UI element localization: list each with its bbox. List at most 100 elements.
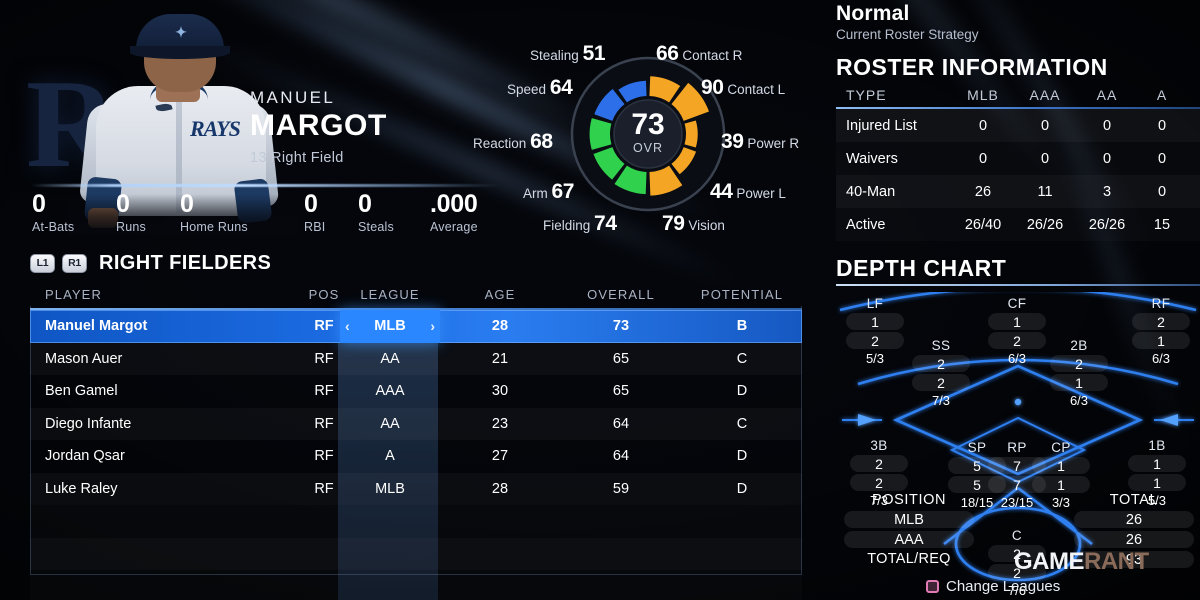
cell-pos: RF (314, 350, 334, 367)
depth-mlb-count: 1 (1128, 455, 1186, 472)
ri-cell-mlb: 0 (978, 117, 988, 134)
legend-position-label: POSITION (871, 492, 947, 508)
cell-player: Mason Auer (45, 350, 123, 367)
stat-at-bats: 0 At-Bats (32, 190, 75, 234)
table-row-empty (30, 537, 802, 570)
depth-mlb-count: 1 (988, 313, 1046, 330)
stat-rbi: 0 RBI (304, 190, 326, 234)
ri-cell-mlb: 26/40 (964, 216, 1002, 233)
ri-cell-aa: 3 (1102, 183, 1112, 200)
depth-aaa-count: 2 (850, 474, 908, 491)
depth-position-name: CF (1007, 296, 1027, 311)
ri-cell-aaa: 26/26 (1026, 216, 1064, 233)
ri-cell-type: 40-Man (846, 183, 896, 200)
depth-total-req: 6/3 (1007, 351, 1027, 366)
cell-league: A (385, 448, 395, 465)
cell-potential: B (736, 318, 748, 335)
cell-age: 27 (491, 448, 509, 465)
table-row[interactable]: Mason Auer RF AA 21 65 C (30, 343, 802, 376)
cell-league-wrap[interactable]: MLB (340, 481, 440, 497)
ri-column-header-type: TYPE (846, 87, 887, 103)
ri-cell-type: Injured List (846, 117, 917, 134)
position-group-title: RIGHT FIELDERS (99, 251, 272, 274)
cell-league-wrap[interactable]: AA (340, 416, 440, 432)
roster-info-row: Active 26/40 26/26 26/26 15 (836, 208, 1200, 241)
cell-league: MLB (375, 480, 405, 497)
player-season-stats: 0 At-Bats 0 Runs 0 Home Runs 0 RBI 0 Ste… (32, 192, 502, 238)
cell-league: AAA (375, 383, 405, 400)
column-header-league: LEAGUE (360, 286, 420, 302)
cell-league-wrap[interactable]: A (340, 448, 440, 464)
table-row[interactable]: Ben Gamel RF AAA 30 65 D (30, 375, 802, 408)
cell-potential: C (736, 415, 748, 432)
roster-info-row: 40-Man 26 11 3 0 (836, 175, 1200, 208)
depth-chart-rule (836, 284, 1200, 286)
cell-overall: 59 (612, 480, 630, 497)
league-next-arrow[interactable]: › (430, 318, 435, 334)
ri-cell-a: 0 (1157, 183, 1167, 200)
player-name-block: MANUEL MARGOT 13 Right Field (250, 88, 387, 166)
depth-aaa-count: 2 (846, 332, 904, 349)
depth-aaa-count: 2 (912, 374, 970, 391)
ri-cell-aa: 0 (1102, 150, 1112, 167)
depth-position-rf[interactable]: RF 2 1 6/3 (1132, 296, 1190, 366)
table-row[interactable]: Luke Raley RF MLB 28 59 D (30, 473, 802, 506)
table-row[interactable]: Diego Infante RF AA 23 64 C (30, 408, 802, 441)
depth-position-name: C (1011, 528, 1023, 543)
cell-age: 23 (491, 415, 509, 432)
table-row[interactable]: Manuel Margot RF ‹ MLB › 28 73 B (30, 310, 802, 343)
column-header-potential: POTENTIAL (700, 286, 784, 302)
watermark-rant: RANT (1084, 548, 1149, 575)
ri-cell-aaa: 0 (1040, 150, 1050, 167)
depth-position-lf[interactable]: LF 1 2 5/3 (846, 296, 904, 366)
depth-position-cf[interactable]: CF 1 2 6/3 (988, 296, 1046, 366)
league-prev-arrow[interactable]: ‹ (345, 318, 350, 334)
cell-pos: RF (314, 318, 334, 335)
player-last-name: MARGOT (250, 109, 387, 142)
ri-column-header-mlb: MLB (967, 87, 999, 103)
cell-age: 30 (491, 383, 509, 400)
cell-overall: 65 (612, 350, 630, 367)
depth-total-req: 6/3 (1069, 393, 1089, 408)
attr-contact-r: 66 Contact R (656, 42, 743, 65)
overall-value: 73 (631, 108, 664, 141)
cell-player: Jordan Qsar (45, 448, 125, 465)
depth-mlb-count: 1 (846, 313, 904, 330)
depth-position-name: RF (1151, 296, 1171, 311)
depth-mlb-count: 2 (912, 355, 970, 372)
r1-button[interactable]: R1 (62, 253, 87, 273)
cell-league-wrap[interactable]: AA (340, 351, 440, 367)
depth-chart-legend: POSITION MLB AAA TOTAL/REQ (844, 492, 974, 567)
depth-position-2b[interactable]: 2B 2 1 6/3 (1050, 338, 1108, 408)
column-header-overall: OVERALL (587, 286, 655, 302)
change-leagues-button[interactable]: Change Leagues (926, 578, 1060, 595)
depth-position-name: CP (1051, 440, 1071, 455)
cell-potential: D (736, 448, 748, 465)
cell-league-wrap[interactable]: AAA (340, 383, 440, 399)
cell-age: 21 (491, 350, 509, 367)
cap-logo-icon: ✦ (175, 24, 187, 40)
depth-total-req: 7/3 (931, 393, 951, 408)
attribute-ring-panel: 73 OVR Stealing 51 Speed 64 Reaction 68 … (440, 32, 840, 244)
l1-button[interactable]: L1 (30, 253, 55, 273)
cell-age: 28 (491, 480, 509, 497)
depth-aaa-count: 1 (1050, 374, 1108, 391)
depth-position-ss[interactable]: SS 2 2 7/3 (912, 338, 970, 408)
ri-cell-type: Active (846, 216, 886, 233)
watermark-game: GAME (1014, 548, 1085, 575)
attr-stealing: Stealing 51 (530, 42, 606, 65)
depth-mlb-count: 2 (850, 455, 908, 472)
table-row[interactable]: Jordan Qsar RF A 27 64 D (30, 440, 802, 473)
roster-info-row: Waivers 0 0 0 0 (836, 142, 1200, 175)
cell-league: AA (380, 415, 400, 432)
cell-player: Diego Infante (45, 415, 132, 432)
depth-position-name: LF (866, 296, 884, 311)
cell-pos: RF (314, 480, 334, 497)
depth-total-req: 6/3 (1151, 351, 1171, 366)
column-header-player: PLAYER (45, 286, 102, 302)
gamerant-watermark: GAMERANT (1014, 548, 1149, 576)
depth-mlb-count: 2 (1050, 355, 1108, 372)
stat-runs: 0 Runs (116, 190, 146, 234)
depth-chart-title: DEPTH CHART (836, 255, 1007, 281)
cell-league-wrap[interactable]: ‹ MLB › (340, 310, 440, 343)
